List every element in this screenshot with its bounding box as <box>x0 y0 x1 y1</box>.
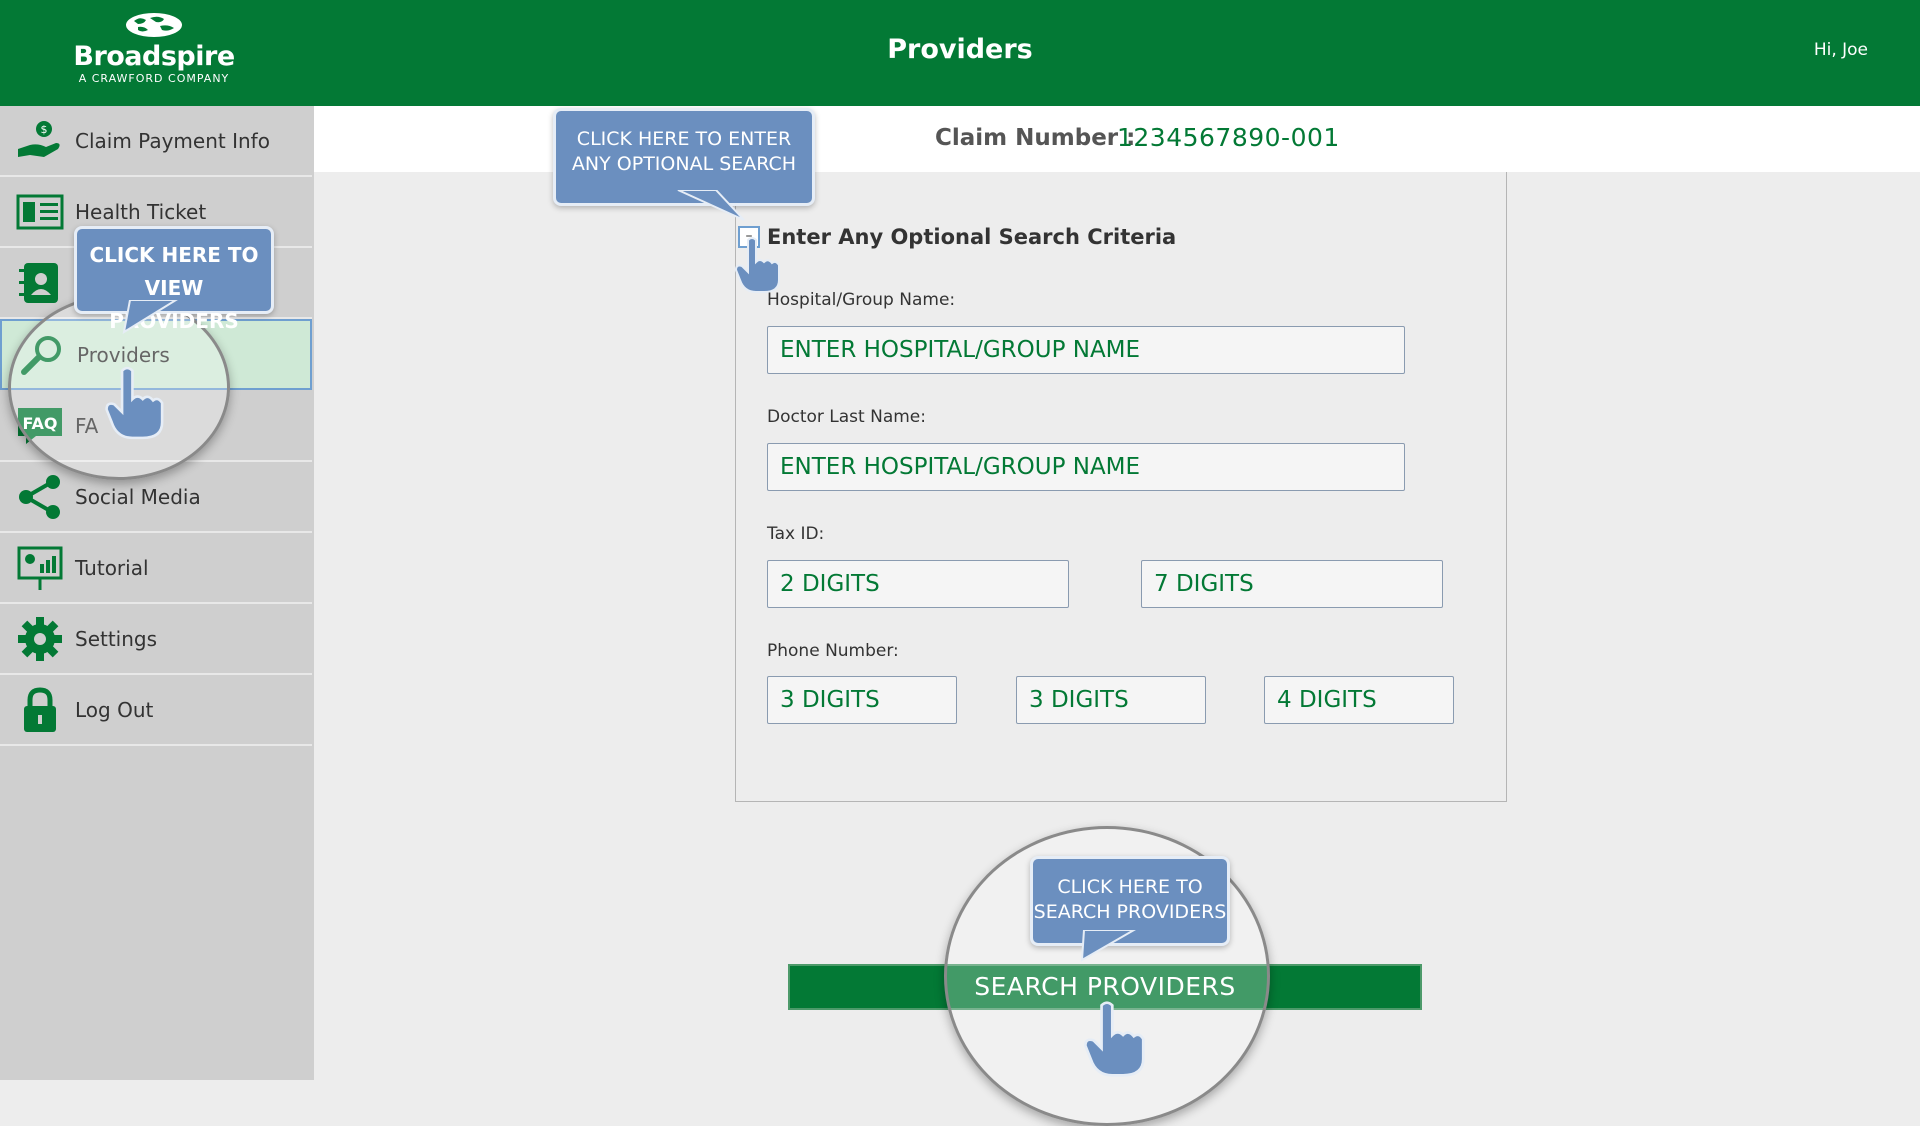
sidebar-item-label: Social Media <box>75 484 201 509</box>
health-ticket-icon <box>16 194 64 229</box>
bubble-line: ANY OPTIONAL SEARCH <box>571 153 797 175</box>
bubble-line: SEARCH PROVIDERS <box>1033 901 1227 923</box>
sidebar-item-tutorial[interactable]: Tutorial <box>0 533 312 604</box>
svg-text:$: $ <box>41 123 48 136</box>
sidebar-item-label: Tutorial <box>75 555 149 580</box>
pointing-hand-icon <box>734 237 780 293</box>
share-icon <box>19 474 60 519</box>
pointing-hand-icon <box>105 366 164 440</box>
bubble-tail <box>122 300 178 334</box>
hospital-name-input[interactable] <box>767 326 1405 374</box>
phone-line-input[interactable] <box>1264 676 1454 724</box>
gear-icon <box>18 616 62 661</box>
sidebar-item-settings[interactable]: Settings <box>0 604 312 675</box>
page-title: Providers <box>887 34 1033 65</box>
doctor-last-name-input[interactable] <box>767 443 1405 491</box>
sidebar-item-log-out[interactable]: Log Out <box>0 675 312 746</box>
bubble-tail <box>677 190 745 221</box>
doctor-label: Doctor Last Name: <box>767 407 926 427</box>
tax-id-suffix-input[interactable] <box>1141 560 1443 608</box>
phone-label: Phone Number: <box>767 641 899 661</box>
brand-tagline: A CRAWFORD COMPANY <box>78 72 230 85</box>
bubble-line: CLICK HERE TO ENTER <box>576 128 792 150</box>
user-greeting[interactable]: Hi, Joe <box>1814 40 1868 60</box>
sidebar-item-claim-payment-info[interactable]: $ Claim Payment Info <box>0 106 312 177</box>
sidebar-item-label: Settings <box>75 626 158 651</box>
optional-search-title: Enter Any Optional Search Criteria <box>767 225 1177 249</box>
payment-hand-icon: $ <box>18 120 60 157</box>
claim-number-label: Claim Number : <box>935 125 1136 151</box>
bubble-tail <box>1080 930 1137 962</box>
app-header: Broadspire A CRAWFORD COMPANY Providers … <box>0 0 1920 106</box>
hospital-label: Hospital/Group Name: <box>767 290 956 310</box>
phone-area-code-input[interactable] <box>767 676 957 724</box>
lock-icon <box>24 686 56 732</box>
pointing-hand-icon <box>1084 1001 1145 1077</box>
tax-id-prefix-input[interactable] <box>767 560 1069 608</box>
presentation-icon <box>17 546 63 590</box>
contacts-book-icon <box>19 262 58 303</box>
bubble-line: CLICK HERE TO <box>89 243 259 267</box>
sidebar-item-label: Health Ticket <box>75 199 207 224</box>
tax-id-label: Tax ID: <box>767 524 825 544</box>
sidebar-item-label: Log Out <box>75 697 154 722</box>
sidebar-item-label: Claim Payment Info <box>75 128 270 153</box>
bubble-line: CLICK HERE TO <box>1057 876 1203 898</box>
phone-prefix-input[interactable] <box>1016 676 1206 724</box>
claim-number-value: 1234567890-001 <box>1117 123 1340 152</box>
